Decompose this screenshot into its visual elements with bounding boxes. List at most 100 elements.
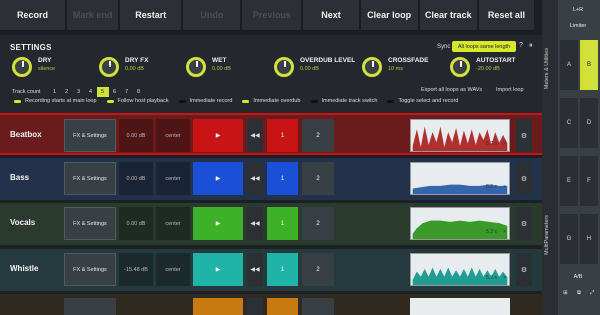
track-count-option[interactable]: 8 bbox=[133, 89, 145, 95]
track-pan[interactable]: center bbox=[156, 119, 190, 152]
slot-a[interactable]: A bbox=[560, 40, 578, 90]
track-volume[interactable]: 0.00 dB bbox=[119, 162, 153, 195]
rewind-button[interactable]: ◀◀ bbox=[247, 253, 263, 286]
fx-settings-button[interactable]: FX & Settings bbox=[64, 119, 116, 152]
wet-knob[interactable] bbox=[186, 57, 206, 77]
slot-e[interactable]: E bbox=[560, 156, 578, 206]
loop-count[interactable]: 2 bbox=[302, 253, 334, 286]
rewind-button[interactable] bbox=[247, 298, 263, 315]
current-loop[interactable]: 1 bbox=[267, 253, 298, 286]
overdub-level-knob[interactable] bbox=[274, 57, 294, 77]
channel-label[interactable]: L+R bbox=[562, 7, 594, 13]
undo-button[interactable]: Undo bbox=[183, 0, 241, 30]
option-toggle[interactable]: Recording starts at main loop bbox=[14, 98, 97, 104]
play-button[interactable]: ▶ bbox=[193, 162, 243, 195]
slot-c[interactable]: C bbox=[560, 98, 578, 148]
track-menu-icon[interactable]: ⚙ bbox=[516, 119, 532, 152]
loop-count[interactable]: 2 bbox=[302, 119, 334, 152]
current-loop[interactable]: 1 bbox=[267, 162, 298, 195]
fx-settings-button[interactable]: FX & Settings bbox=[64, 162, 116, 195]
fx-settings-button[interactable]: FX & Settings bbox=[64, 207, 116, 240]
previous-button[interactable]: Previous bbox=[242, 0, 302, 30]
track-pan[interactable]: center bbox=[156, 207, 190, 240]
option-toggle[interactable]: Follow host playback bbox=[106, 98, 169, 104]
fx-settings-button[interactable]: FX & Settings bbox=[64, 253, 116, 286]
track-name[interactable]: Bass bbox=[10, 173, 29, 182]
close-icon[interactable]: × bbox=[503, 229, 506, 235]
reset-all-button[interactable]: Reset all bbox=[478, 0, 535, 30]
slot-f[interactable]: F bbox=[580, 156, 598, 206]
grid-icon[interactable]: ⊞ bbox=[563, 290, 568, 296]
waveform[interactable]: 5.2 s × bbox=[410, 119, 510, 152]
clear-track-button[interactable]: Clear track bbox=[419, 0, 477, 30]
slot-h[interactable]: H bbox=[580, 214, 598, 264]
clear-loop-button[interactable]: Clear loop bbox=[360, 0, 418, 30]
play-button[interactable]: ▶ bbox=[193, 253, 243, 286]
limiter-label[interactable]: Limiter bbox=[562, 23, 594, 29]
expand-icon[interactable]: ⤢ bbox=[590, 290, 594, 297]
track-volume[interactable]: -15.48 dB bbox=[119, 253, 153, 286]
track-count-option[interactable]: 6 bbox=[109, 89, 121, 95]
play-button[interactable]: ▶ bbox=[193, 207, 243, 240]
track-count-option[interactable]: 7 bbox=[121, 89, 133, 95]
track-name[interactable]: Whistle bbox=[10, 264, 38, 273]
copy-icon[interactable]: ⧉ bbox=[577, 290, 581, 297]
option-toggle[interactable]: Immediate track switch bbox=[310, 98, 377, 104]
rewind-button[interactable]: ◀◀ bbox=[247, 162, 263, 195]
current-loop[interactable]: 1 bbox=[267, 119, 298, 152]
tab-meters-utilities[interactable]: Meters & Utilities bbox=[544, 48, 550, 89]
option-toggle[interactable]: Immediate record bbox=[178, 98, 232, 104]
track-name[interactable]: Vocals bbox=[10, 218, 35, 227]
slot-g[interactable]: G bbox=[560, 214, 578, 264]
slot-d[interactable]: D bbox=[580, 98, 598, 148]
track-count-option[interactable]: 3 bbox=[73, 89, 85, 95]
track-count-option-selected[interactable]: 5 bbox=[96, 87, 109, 97]
track-pan[interactable]: center bbox=[156, 162, 190, 195]
track-count-option[interactable]: 4 bbox=[85, 89, 97, 95]
fx-settings-button[interactable] bbox=[64, 298, 116, 315]
rewind-button[interactable]: ◀◀ bbox=[247, 119, 263, 152]
play-button[interactable]: ▶ bbox=[193, 119, 243, 152]
slot-b[interactable]: B bbox=[580, 40, 598, 90]
play-button[interactable] bbox=[193, 298, 243, 315]
autostart-knob[interactable] bbox=[450, 57, 470, 77]
export-all-button[interactable]: Export all loops as WAVs bbox=[421, 87, 482, 93]
option-toggle[interactable]: Toggle select and record bbox=[387, 98, 458, 104]
track-volume[interactable]: 0.00 dB bbox=[119, 119, 153, 152]
track-menu-icon[interactable]: ⚙ bbox=[516, 162, 532, 195]
loop-count[interactable] bbox=[302, 298, 334, 315]
loop-count[interactable]: 2 bbox=[302, 162, 334, 195]
dry-fx-knob[interactable] bbox=[99, 57, 119, 77]
current-loop[interactable]: 1 bbox=[267, 207, 298, 240]
waveform[interactable]: 5.2 s × bbox=[410, 253, 510, 286]
help-icon[interactable]: ? bbox=[519, 42, 523, 49]
close-icon[interactable]: × bbox=[503, 275, 506, 281]
waveform[interactable] bbox=[410, 298, 510, 315]
dry-knob[interactable] bbox=[12, 57, 32, 77]
waveform[interactable]: 5.2 s × bbox=[410, 207, 510, 240]
option-toggle[interactable]: Immediate overdub bbox=[242, 98, 301, 104]
import-loop-button[interactable]: Import loop bbox=[496, 87, 524, 93]
loop-count[interactable]: 2 bbox=[302, 207, 334, 240]
track-name[interactable]: Beatbox bbox=[10, 130, 42, 139]
close-icon[interactable]: × bbox=[503, 141, 506, 147]
rewind-button[interactable]: ◀◀ bbox=[247, 207, 263, 240]
ab-label[interactable]: A/B bbox=[562, 274, 594, 280]
crossfade-knob[interactable] bbox=[362, 57, 382, 77]
record-button[interactable]: Record bbox=[0, 0, 65, 30]
tab-multiparameters[interactable]: MultiParameters bbox=[544, 215, 550, 255]
close-icon[interactable]: × bbox=[503, 184, 506, 190]
current-loop[interactable] bbox=[267, 298, 298, 315]
track-pan[interactable]: center bbox=[156, 253, 190, 286]
restart-button[interactable]: Restart bbox=[120, 0, 182, 30]
track-count-option[interactable]: 2 bbox=[61, 89, 73, 95]
track-count-option[interactable]: 1 bbox=[49, 89, 61, 95]
mark-end-button[interactable]: Mark end bbox=[67, 0, 119, 30]
track-menu-icon[interactable]: ⚙ bbox=[516, 253, 532, 286]
pause-icon[interactable]: ⏸ bbox=[529, 42, 533, 50]
track-volume[interactable]: 0.00 dB bbox=[119, 207, 153, 240]
waveform[interactable]: 5.2 s × bbox=[410, 162, 510, 195]
sync-dropdown[interactable]: All loops same length bbox=[452, 41, 516, 52]
next-button[interactable]: Next bbox=[303, 0, 359, 30]
track-menu-icon[interactable]: ⚙ bbox=[516, 207, 532, 240]
